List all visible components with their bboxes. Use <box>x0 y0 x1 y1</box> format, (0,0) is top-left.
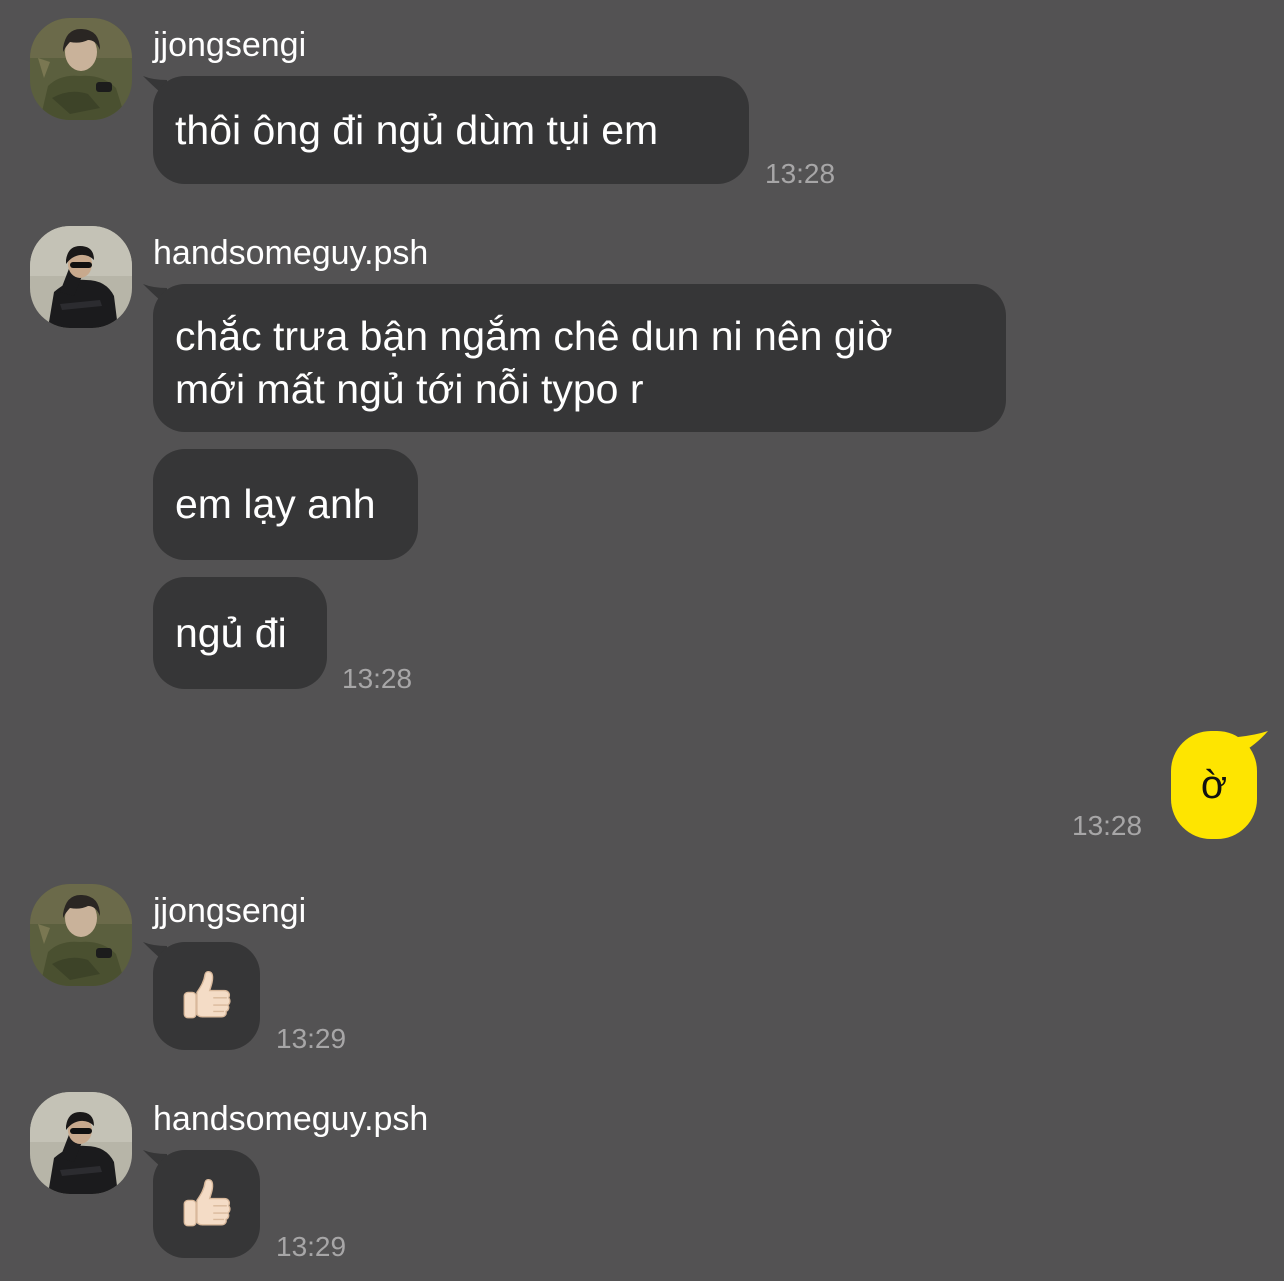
message-bubble[interactable] <box>153 942 260 1050</box>
message-bubble[interactable]: em lạy anh <box>153 449 418 560</box>
message-text-line: mới mất ngủ tới nỗi typo r <box>175 366 644 412</box>
message-text: ờ <box>1200 762 1228 807</box>
message-timestamp: 13:29 <box>276 1231 347 1262</box>
handsomeguy-avatar[interactable] <box>30 226 132 328</box>
message-text: ngủ đi <box>175 609 287 656</box>
message-text-line: chắc trưa bận ngắm chê dun ni nên giờ <box>175 313 893 359</box>
jjongsengi-avatar[interactable] <box>30 18 132 120</box>
message-bubble[interactable]: chắc trưa bận ngắm chê dun ni nên giờ mớ… <box>153 284 1006 432</box>
message-timestamp: 13:28 <box>765 158 836 189</box>
thumbs-up-icon <box>177 1175 235 1233</box>
my-message-bubble[interactable]: ờ <box>1171 731 1257 839</box>
sender-name: jjongsengi <box>153 26 307 64</box>
message-timestamp: 13:28 <box>1072 810 1143 841</box>
thumbs-up-icon <box>177 967 235 1025</box>
message-timestamp: 13:29 <box>276 1023 347 1054</box>
sender-name: handsomeguy.psh <box>153 234 429 272</box>
message-bubble[interactable] <box>153 1150 260 1258</box>
sender-name: jjongsengi <box>153 892 307 930</box>
handsomeguy-avatar[interactable] <box>30 1092 132 1194</box>
message-text: thôi ông đi ngủ dùm tụi em <box>175 106 659 153</box>
sender-name: handsomeguy.psh <box>153 1100 429 1138</box>
jjongsengi-avatar[interactable] <box>30 884 132 986</box>
message-bubble[interactable]: thôi ông đi ngủ dùm tụi em <box>153 76 749 184</box>
message-text: em lạy anh <box>175 481 376 527</box>
message-bubble[interactable]: ngủ đi <box>153 577 327 689</box>
message-timestamp: 13:28 <box>342 663 413 694</box>
